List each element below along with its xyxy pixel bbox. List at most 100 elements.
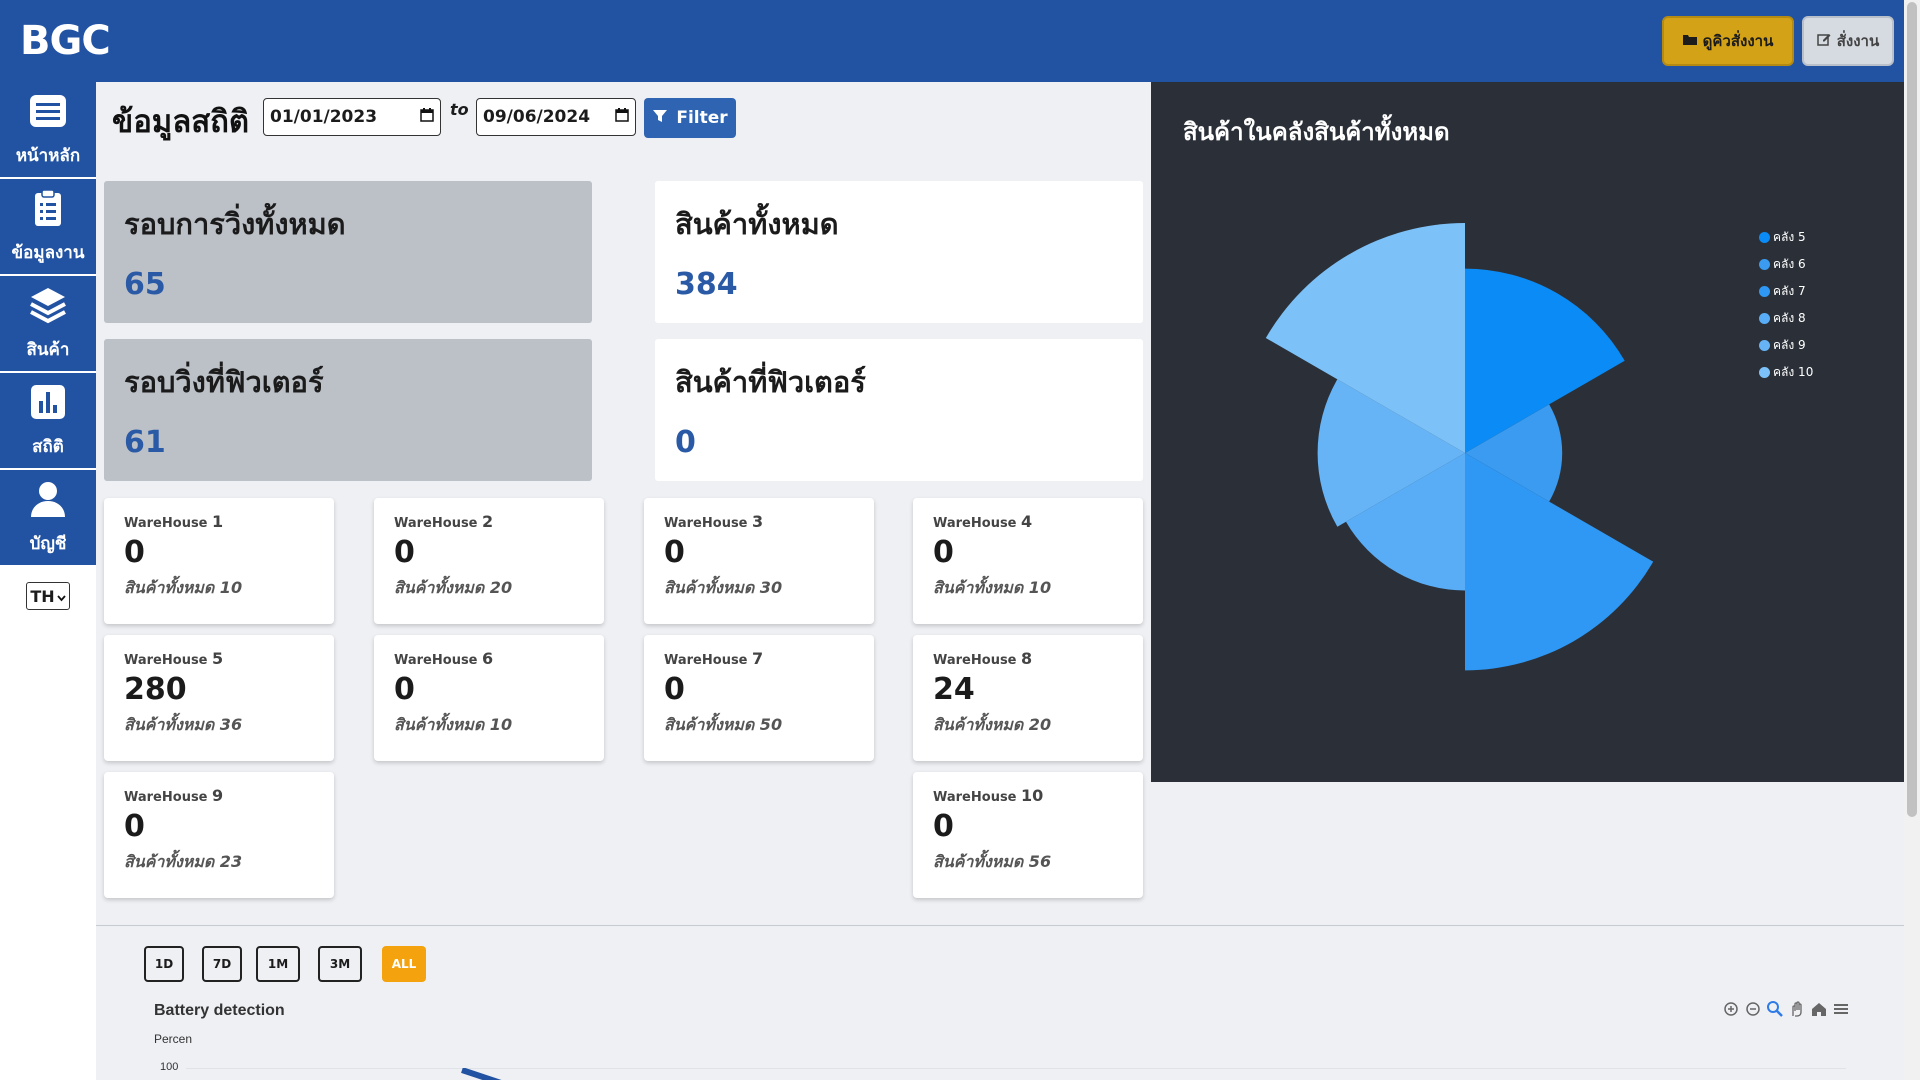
date-from-input[interactable]: 01/01/2023 — [263, 98, 441, 136]
warehouse-title: WareHouse 3 — [664, 512, 764, 531]
sidebar-item-account[interactable]: บัญชี — [0, 470, 96, 565]
chart-legend: คลัง 5 คลัง 6 คลัง 7 คลัง 8 คลัง 9 คลัง 10 — [1759, 224, 1813, 386]
bar-chart-icon — [28, 382, 68, 427]
legend-item[interactable]: คลัง 5 — [1759, 224, 1813, 251]
polar-area-chart — [1265, 222, 1654, 671]
range-7d-button[interactable]: 7D — [202, 946, 242, 982]
menu-icon[interactable] — [1832, 1000, 1850, 1022]
sidebar-item-home[interactable]: หน้าหลัก — [0, 82, 96, 177]
range-1d-button[interactable]: 1D — [144, 946, 184, 982]
forklift-runs-card: รอบวิ่งที่ฟิวเตอร์ 61 — [104, 339, 592, 481]
filter-button[interactable]: Filter — [644, 98, 736, 138]
polar-slice-3[interactable] — [1465, 453, 1654, 671]
create-order-button[interactable]: สั่งงาน — [1802, 16, 1894, 66]
warehouse-title: WareHouse 1 — [124, 512, 224, 531]
warehouse-value: 0 — [124, 535, 145, 570]
language-select[interactable]: TH — [26, 582, 70, 610]
legend-label: คลัง 10 — [1773, 365, 1814, 379]
funnel-icon — [652, 108, 668, 129]
warehouse-title: WareHouse 7 — [664, 649, 764, 668]
battery-chart-line — [461, 1068, 502, 1080]
language-value: TH — [30, 586, 55, 606]
date-from-value: 01/01/2023 — [270, 107, 378, 127]
legend-dot — [1759, 232, 1770, 243]
warehouse-total: สินค้าทั้งหมด 30 — [664, 578, 783, 597]
warehouse-total: สินค้าทั้งหมด 20 — [933, 715, 1052, 734]
filter-label: Filter — [676, 108, 728, 128]
battery-chart-gridline — [186, 1068, 1846, 1069]
warehouse-card-9[interactable]: WareHouse 9 0 สินค้าทั้งหมด 23 — [104, 772, 334, 898]
total-runs-value: 65 — [124, 267, 166, 302]
legend-item[interactable]: คลัง 10 — [1759, 359, 1813, 386]
date-to-input[interactable]: 09/06/2024 — [476, 98, 636, 136]
warehouse-card-1[interactable]: WareHouse 1 0 สินค้าทั้งหมด 10 — [104, 498, 334, 624]
zoom-out-icon[interactable] — [1744, 1000, 1762, 1022]
legend-item[interactable]: คลัง 6 — [1759, 251, 1813, 278]
date-to-value: 09/06/2024 — [483, 107, 591, 127]
warehouse-value: 0 — [394, 672, 415, 707]
pan-hand-icon[interactable] — [1788, 1000, 1806, 1022]
warehouse-value: 0 — [933, 809, 954, 844]
warehouse-title: WareHouse 5 — [124, 649, 224, 668]
layers-icon — [28, 285, 68, 330]
warehouse-title: WareHouse 9 — [124, 786, 224, 805]
warehouse-card-6[interactable]: WareHouse 6 0 สินค้าทั้งหมด 10 — [374, 635, 604, 761]
home-icon — [28, 91, 68, 136]
warehouse-title: WareHouse 4 — [933, 512, 1033, 531]
warehouse-card-2[interactable]: WareHouse 2 0 สินค้าทั้งหมด 20 — [374, 498, 604, 624]
zoom-in-icon[interactable] — [1722, 1000, 1740, 1022]
calendar-icon[interactable] — [420, 107, 434, 127]
forklift-products-card: สินค้าที่ฟิวเตอร์ 0 — [655, 339, 1143, 481]
total-runs-card: รอบการวิ่งทั้งหมด 65 — [104, 181, 592, 323]
chart-toolbar — [1722, 1000, 1850, 1022]
brand-logo[interactable]: BGC — [20, 18, 111, 64]
page-title: ข้อมูลสถิติ — [112, 104, 250, 140]
legend-item[interactable]: คลัง 9 — [1759, 332, 1813, 359]
sidebar-item-statistics[interactable]: สถิติ — [0, 373, 96, 468]
calendar-icon[interactable] — [615, 107, 629, 127]
warehouse-total: สินค้าทั้งหมด 36 — [124, 715, 243, 734]
legend-dot — [1759, 313, 1770, 324]
view-queue-button[interactable]: ดูคิวสั่งงาน — [1662, 16, 1794, 66]
top-header: BGC ดูคิวสั่งงาน สั่งงาน — [0, 0, 1904, 82]
battery-chart-tick: 100 — [160, 1061, 179, 1073]
legend-item[interactable]: คลัง 7 — [1759, 278, 1813, 305]
warehouse-total: สินค้าทั้งหมด 50 — [664, 715, 783, 734]
legend-dot — [1759, 259, 1770, 270]
page-scrollbar[interactable] — [1904, 0, 1920, 1080]
warehouse-card-4[interactable]: WareHouse 4 0 สินค้าทั้งหมด 10 — [913, 498, 1143, 624]
clipboard-icon — [28, 188, 68, 233]
warehouse-card-7[interactable]: WareHouse 7 0 สินค้าทั้งหมด 50 — [644, 635, 874, 761]
scrollbar-thumb[interactable] — [1907, 2, 1917, 817]
legend-dot — [1759, 286, 1770, 297]
range-1m-button[interactable]: 1M — [256, 946, 300, 982]
legend-dot — [1759, 367, 1770, 378]
warehouse-card-5[interactable]: WareHouse 5 280 สินค้าทั้งหมด 36 — [104, 635, 334, 761]
warehouse-value: 0 — [664, 535, 685, 570]
warehouse-card-8[interactable]: WareHouse 8 24 สินค้าทั้งหมด 20 — [913, 635, 1143, 761]
warehouse-total: สินค้าทั้งหมด 23 — [124, 852, 243, 871]
warehouse-title: WareHouse 10 — [933, 786, 1044, 805]
sidebar-item-products[interactable]: สินค้า — [0, 276, 96, 371]
warehouse-card-3[interactable]: WareHouse 3 0 สินค้าทั้งหมด 30 — [644, 498, 874, 624]
range-3m-button[interactable]: 3M — [318, 946, 362, 982]
warehouse-chart-panel: สินค้าในคลังสินค้าทั้งหมด คลัง 5 คลัง 6 คล… — [1151, 82, 1904, 782]
range-all-button[interactable]: ALL — [382, 946, 426, 982]
total-runs-label: รอบการวิ่งทั้งหมด — [124, 207, 346, 241]
view-queue-label: ดูคิวสั่งงาน — [1702, 32, 1774, 50]
warehouse-total: สินค้าทั้งหมด 56 — [933, 852, 1052, 871]
total-products-card: สินค้าทั้งหมด 384 — [655, 181, 1143, 323]
legend-item[interactable]: คลัง 8 — [1759, 305, 1813, 332]
battery-chart-ylabel: Percen — [154, 1032, 193, 1046]
warehouse-value: 24 — [933, 672, 975, 707]
magnifier-icon[interactable] — [1766, 1000, 1784, 1022]
warehouse-card-10[interactable]: WareHouse 10 0 สินค้าทั้งหมด 56 — [913, 772, 1143, 898]
home-reset-icon[interactable] — [1810, 1000, 1828, 1022]
edit-icon — [1817, 32, 1831, 50]
sidebar-item-label: บัญชี — [29, 533, 67, 554]
sidebar: หน้าหลัก ข้อมูลงาน สินค้า สถิติ บัญชี TH — [0, 82, 96, 1080]
total-products-value: 384 — [675, 267, 738, 302]
warehouse-value: 0 — [933, 535, 954, 570]
warehouse-title: WareHouse 2 — [394, 512, 494, 531]
sidebar-item-job-info[interactable]: ข้อมูลงาน — [0, 179, 96, 274]
